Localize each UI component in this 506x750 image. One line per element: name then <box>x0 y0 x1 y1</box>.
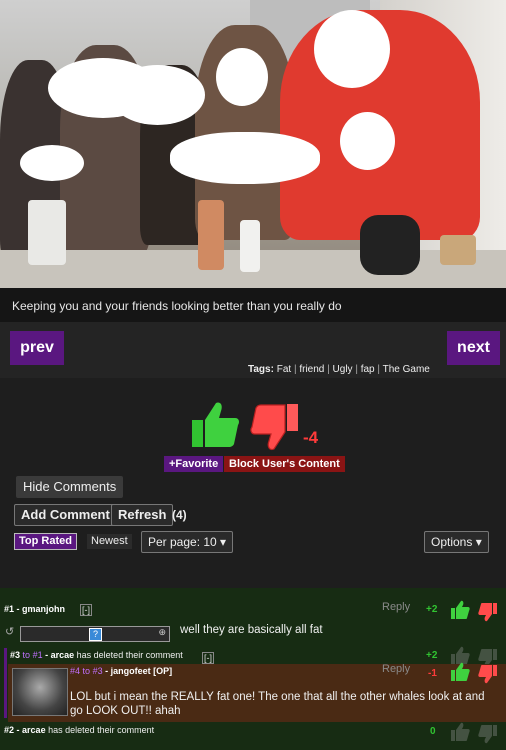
comment-ref[interactable]: #1 <box>33 650 43 660</box>
newest-tab[interactable]: Newest <box>87 534 132 549</box>
censor-blob <box>20 145 84 181</box>
per-page-select[interactable]: Per page: 10 ▾ <box>141 531 234 553</box>
comment-header: #1 - gmanjohn <box>4 604 66 614</box>
comment-header: #2 - arcae has deleted their comment <box>4 725 155 735</box>
bottle <box>28 200 66 265</box>
bottle <box>440 235 476 265</box>
thumbs-down-icon <box>478 725 497 744</box>
thumbs-up-icon[interactable] <box>450 662 470 682</box>
bottle <box>240 220 260 272</box>
thumbs-up-icon[interactable] <box>450 600 470 620</box>
comment-to: to <box>82 666 91 676</box>
comment-points: +2 <box>426 604 438 615</box>
censor-blob <box>110 65 205 125</box>
comment-number: #2 <box>4 725 15 735</box>
media-embed-bar[interactable]: ? ⊕ <box>20 626 170 642</box>
bottle <box>360 215 420 275</box>
media-placeholder-icon: ? <box>89 628 102 641</box>
comment-number: #3 <box>10 650 21 660</box>
add-comment-button[interactable]: Add Comment <box>14 504 117 526</box>
comment-divider <box>4 648 7 718</box>
comment-text: LOL but i mean the REALLY fat one! The o… <box>70 691 485 717</box>
tag-link[interactable]: Ugly <box>333 364 353 375</box>
censor-blob <box>340 112 395 170</box>
tags-list: Tags: Fat | friend | Ugly | fap | The Ga… <box>248 364 430 375</box>
post-image[interactable] <box>0 0 506 288</box>
censor-blob <box>314 10 390 88</box>
prev-button[interactable]: prev <box>10 331 64 365</box>
reply-arrow-icon: ↺ <box>5 626 15 638</box>
censor-blob <box>236 86 260 104</box>
deleted-note: has deleted their comment <box>48 725 155 735</box>
refresh-button[interactable]: Refresh <box>111 504 174 526</box>
zoom-icon[interactable]: ⊕ <box>158 627 166 638</box>
comment-to: to <box>22 650 31 660</box>
options-dropdown[interactable]: Options ▾ <box>424 531 489 553</box>
reply-link[interactable]: Reply <box>382 601 410 613</box>
comment-count: (4) <box>172 508 187 522</box>
bottle <box>198 200 224 270</box>
comment-username[interactable]: arcae <box>22 725 46 735</box>
vote-score: -4 <box>303 428 319 447</box>
comment-header: #3 to #1 - arcae has deleted their comme… <box>10 650 183 660</box>
tag-link[interactable]: The Game <box>383 364 430 375</box>
deleted-note: has deleted their comment <box>76 650 183 660</box>
comment-points: 0 <box>430 726 436 737</box>
collapse-toggle[interactable]: [-] <box>202 652 214 664</box>
thumbs-up-icon <box>451 722 470 741</box>
tag-link[interactable]: friend <box>299 364 324 375</box>
tag-link[interactable]: Fat <box>277 364 291 375</box>
comment-points: +2 <box>426 650 438 661</box>
thumbs-down-icon[interactable] <box>250 402 300 452</box>
collapse-toggle[interactable]: [-] <box>80 604 92 616</box>
thumbs-down-icon[interactable] <box>478 602 498 622</box>
thumbs-down-icon[interactable] <box>478 664 498 684</box>
comment-username[interactable]: gmanjohn <box>22 604 65 614</box>
comment-ref[interactable]: #3 <box>93 666 103 676</box>
comment-text: well they are basically all fat <box>180 624 323 636</box>
comment-points: -1 <box>428 668 437 679</box>
hide-comments-button[interactable]: Hide Comments <box>16 476 124 498</box>
post-caption: Keeping you and your friends looking bet… <box>12 299 342 313</box>
comment-username[interactable]: jangofeet [OP] <box>111 666 173 676</box>
comment-header: #4 to #3 - jangofeet [OP] <box>70 666 173 676</box>
tags-label: Tags: <box>248 364 274 375</box>
comment-number: #1 <box>4 604 15 614</box>
block-user-button[interactable]: Block User's Content <box>224 456 345 472</box>
next-button[interactable]: next <box>447 331 500 365</box>
avatar[interactable] <box>12 668 68 716</box>
censor-blob <box>170 132 320 184</box>
top-rated-tab[interactable]: Top Rated <box>14 533 77 550</box>
reply-link[interactable]: Reply <box>382 663 410 675</box>
comment-username[interactable]: arcae <box>51 650 75 660</box>
tag-link[interactable]: fap <box>361 364 375 375</box>
comment-number: #4 <box>70 666 81 676</box>
favorite-button[interactable]: +Favorite <box>164 456 224 472</box>
thumbs-up-icon[interactable] <box>190 400 240 448</box>
